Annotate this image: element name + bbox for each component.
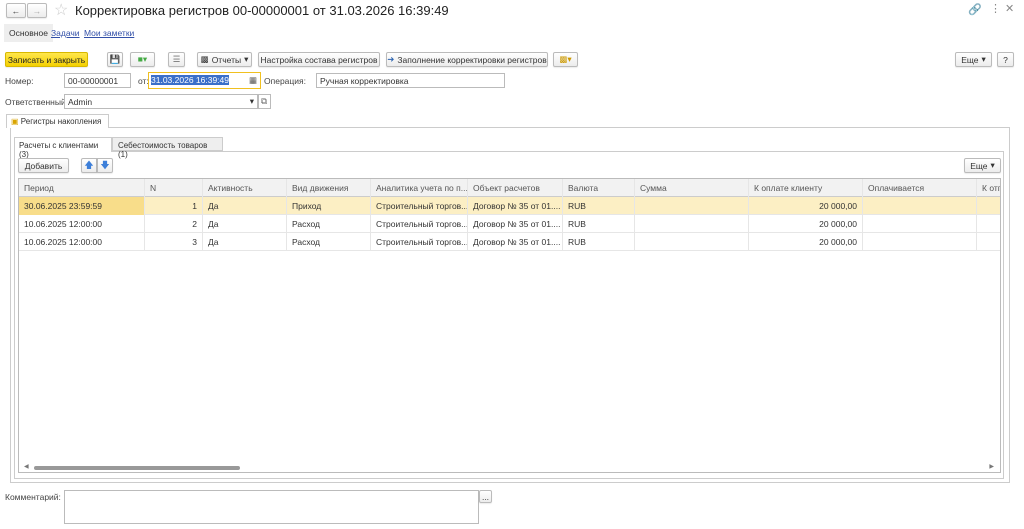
table-cell[interactable]: 20 000,00 — [749, 215, 863, 233]
tab-cost-of-goods[interactable]: Себестоимость товаров (1) — [112, 137, 223, 159]
comment-field[interactable] — [64, 490, 479, 524]
table-cell[interactable]: Да — [203, 233, 287, 251]
table-cell[interactable] — [863, 197, 977, 215]
table-more-button[interactable]: Еще ▾ — [964, 158, 1001, 173]
table-cell[interactable]: 20 000,00 — [749, 233, 863, 251]
number-label: Номер: — [5, 76, 34, 86]
open-icon[interactable]: ⧉ — [258, 94, 271, 109]
column-header[interactable]: К отгр — [977, 179, 1000, 197]
close-icon[interactable]: ✕ — [1005, 2, 1014, 15]
table-cell[interactable]: RUB — [563, 215, 635, 233]
responsible-field[interactable]: Admin ▾ — [64, 94, 258, 109]
column-header[interactable]: Аналитика учета по п... — [371, 179, 468, 197]
tab-tasks[interactable]: Задачи — [51, 28, 80, 38]
table-cell[interactable]: Да — [203, 197, 287, 215]
table-cell[interactable]: RUB — [563, 233, 635, 251]
table-cell[interactable]: Договор № 35 от 01.... — [468, 215, 563, 233]
tab-accumulation-registers[interactable]: ▣ Регистры накопления — [6, 114, 109, 128]
list-icon[interactable]: ☰ — [168, 52, 185, 67]
table-row[interactable]: 10.06.2025 12:00:00 3 Да Расход Строительный… — [19, 233, 1000, 251]
table-cell[interactable] — [977, 197, 1000, 215]
table-cell[interactable]: Строительный торгов... — [371, 215, 468, 233]
column-header[interactable]: Валюта — [563, 179, 635, 197]
page-title: Корректировка регистров 00-00000001 от 3… — [75, 3, 449, 18]
chevron-down-icon[interactable]: ▾ — [250, 96, 254, 107]
date-field[interactable]: 31.03.2026 16:39:49 ▦ — [148, 72, 261, 89]
scroll-left-icon[interactable]: ◀ — [24, 463, 29, 470]
add-button[interactable]: Добавить — [18, 158, 69, 173]
move-down-button[interactable]: 🡇 — [97, 158, 113, 173]
table-cell[interactable] — [977, 215, 1000, 233]
table-cell[interactable]: 1 — [145, 197, 203, 215]
table-cell[interactable]: Да — [203, 215, 287, 233]
operation-field[interactable]: Ручная корректировка — [316, 73, 505, 88]
link-icon[interactable]: 🔗 — [968, 3, 982, 16]
table-cell[interactable]: 30.06.2025 23:59:59 — [19, 197, 145, 215]
tab-notes[interactable]: Мои заметки — [84, 28, 134, 38]
table-cell[interactable] — [977, 233, 1000, 251]
column-header[interactable]: Оплачивается — [863, 179, 977, 197]
register-table[interactable]: Период N Активность Вид движения Аналитика у… — [18, 178, 1001, 473]
table-cell[interactable]: 10.06.2025 12:00:00 — [19, 215, 145, 233]
print-dropdown-button[interactable]: ▩▾ — [553, 52, 578, 67]
table-cell[interactable] — [635, 215, 749, 233]
operation-label: Операция: — [264, 76, 306, 86]
table-cell[interactable]: 20 000,00 — [749, 197, 863, 215]
table-header[interactable]: Период N Активность Вид движения Аналитика у… — [19, 179, 1000, 197]
menu-icon[interactable]: ⋮ — [990, 2, 1001, 15]
table-cell[interactable]: Расход — [287, 233, 371, 251]
back-button[interactable]: ← — [6, 3, 26, 18]
table-cell[interactable]: 2 — [145, 215, 203, 233]
column-header[interactable]: Объект расчетов — [468, 179, 563, 197]
register-settings-button[interactable]: Настройка состава регистров — [258, 52, 380, 67]
table-row[interactable]: 10.06.2025 12:00:00 2 Да Расход Строительный… — [19, 215, 1000, 233]
table-cell[interactable] — [863, 215, 977, 233]
tab-main[interactable]: Основное — [4, 24, 53, 42]
more-button[interactable]: Еще ▾ — [955, 52, 992, 67]
table-cell[interactable]: Строительный торгов... — [371, 197, 468, 215]
reports-button[interactable]: ▩ Отчеты ▾ — [197, 52, 252, 67]
arrow-up-icon: 🡅 — [84, 159, 94, 170]
table-cell[interactable]: Приход — [287, 197, 371, 215]
column-header[interactable]: К оплате клиенту — [749, 179, 863, 197]
responsible-label: Ответственный: — [5, 97, 69, 107]
save-icon[interactable]: 💾 — [107, 52, 123, 67]
table-row[interactable]: 30.06.2025 23:59:59 1 Да Приход Строительный… — [19, 197, 1000, 215]
column-header[interactable]: N — [145, 179, 203, 197]
star-icon[interactable]: ☆ — [54, 0, 68, 20]
table-cell[interactable]: Договор № 35 от 01.... — [468, 197, 563, 215]
column-header[interactable]: Период — [19, 179, 145, 197]
register-icon: ▣ — [11, 117, 19, 126]
table-cell[interactable]: RUB — [563, 197, 635, 215]
calendar-icon[interactable]: ▦ — [249, 75, 257, 86]
table-cell[interactable] — [635, 197, 749, 215]
comment-label: Комментарий: — [5, 492, 61, 502]
table-cell[interactable] — [635, 233, 749, 251]
save-close-button[interactable]: Записать и закрыть — [5, 52, 88, 67]
column-header[interactable]: Активность — [203, 179, 287, 197]
arrow-down-icon: 🡇 — [100, 159, 110, 170]
forward-button[interactable]: → — [27, 3, 47, 18]
post-dropdown-button[interactable]: ■▾ — [130, 52, 155, 67]
scroll-thumb[interactable] — [34, 466, 240, 470]
tab-client-settlements[interactable]: Расчеты с клиентами (3) — [14, 137, 112, 159]
table-cell[interactable]: Расход — [287, 215, 371, 233]
table-cell[interactable]: 3 — [145, 233, 203, 251]
horizontal-scrollbar[interactable]: ◀ ▶ — [24, 463, 994, 471]
chevron-down-icon: ▾ — [244, 54, 249, 64]
table-cell[interactable] — [863, 233, 977, 251]
table-cell[interactable]: 10.06.2025 12:00:00 — [19, 233, 145, 251]
scroll-right-icon[interactable]: ▶ — [989, 463, 994, 470]
number-field[interactable]: 00-00000001 — [64, 73, 131, 88]
move-up-button[interactable]: 🡅 — [81, 158, 97, 173]
help-button[interactable]: ? — [997, 52, 1014, 67]
column-header[interactable]: Вид движения — [287, 179, 371, 197]
fill-registers-button[interactable]: ➜ Заполнение корректировки регистров — [386, 52, 548, 67]
comment-open-button[interactable]: ... — [479, 490, 492, 503]
table-cell[interactable]: Договор № 35 от 01.... — [468, 233, 563, 251]
fill-arrow-icon: ➜ — [387, 54, 395, 64]
table-cell[interactable]: Строительный торгов... — [371, 233, 468, 251]
report-icon: ▩ — [200, 54, 209, 64]
column-header[interactable]: Сумма — [635, 179, 749, 197]
